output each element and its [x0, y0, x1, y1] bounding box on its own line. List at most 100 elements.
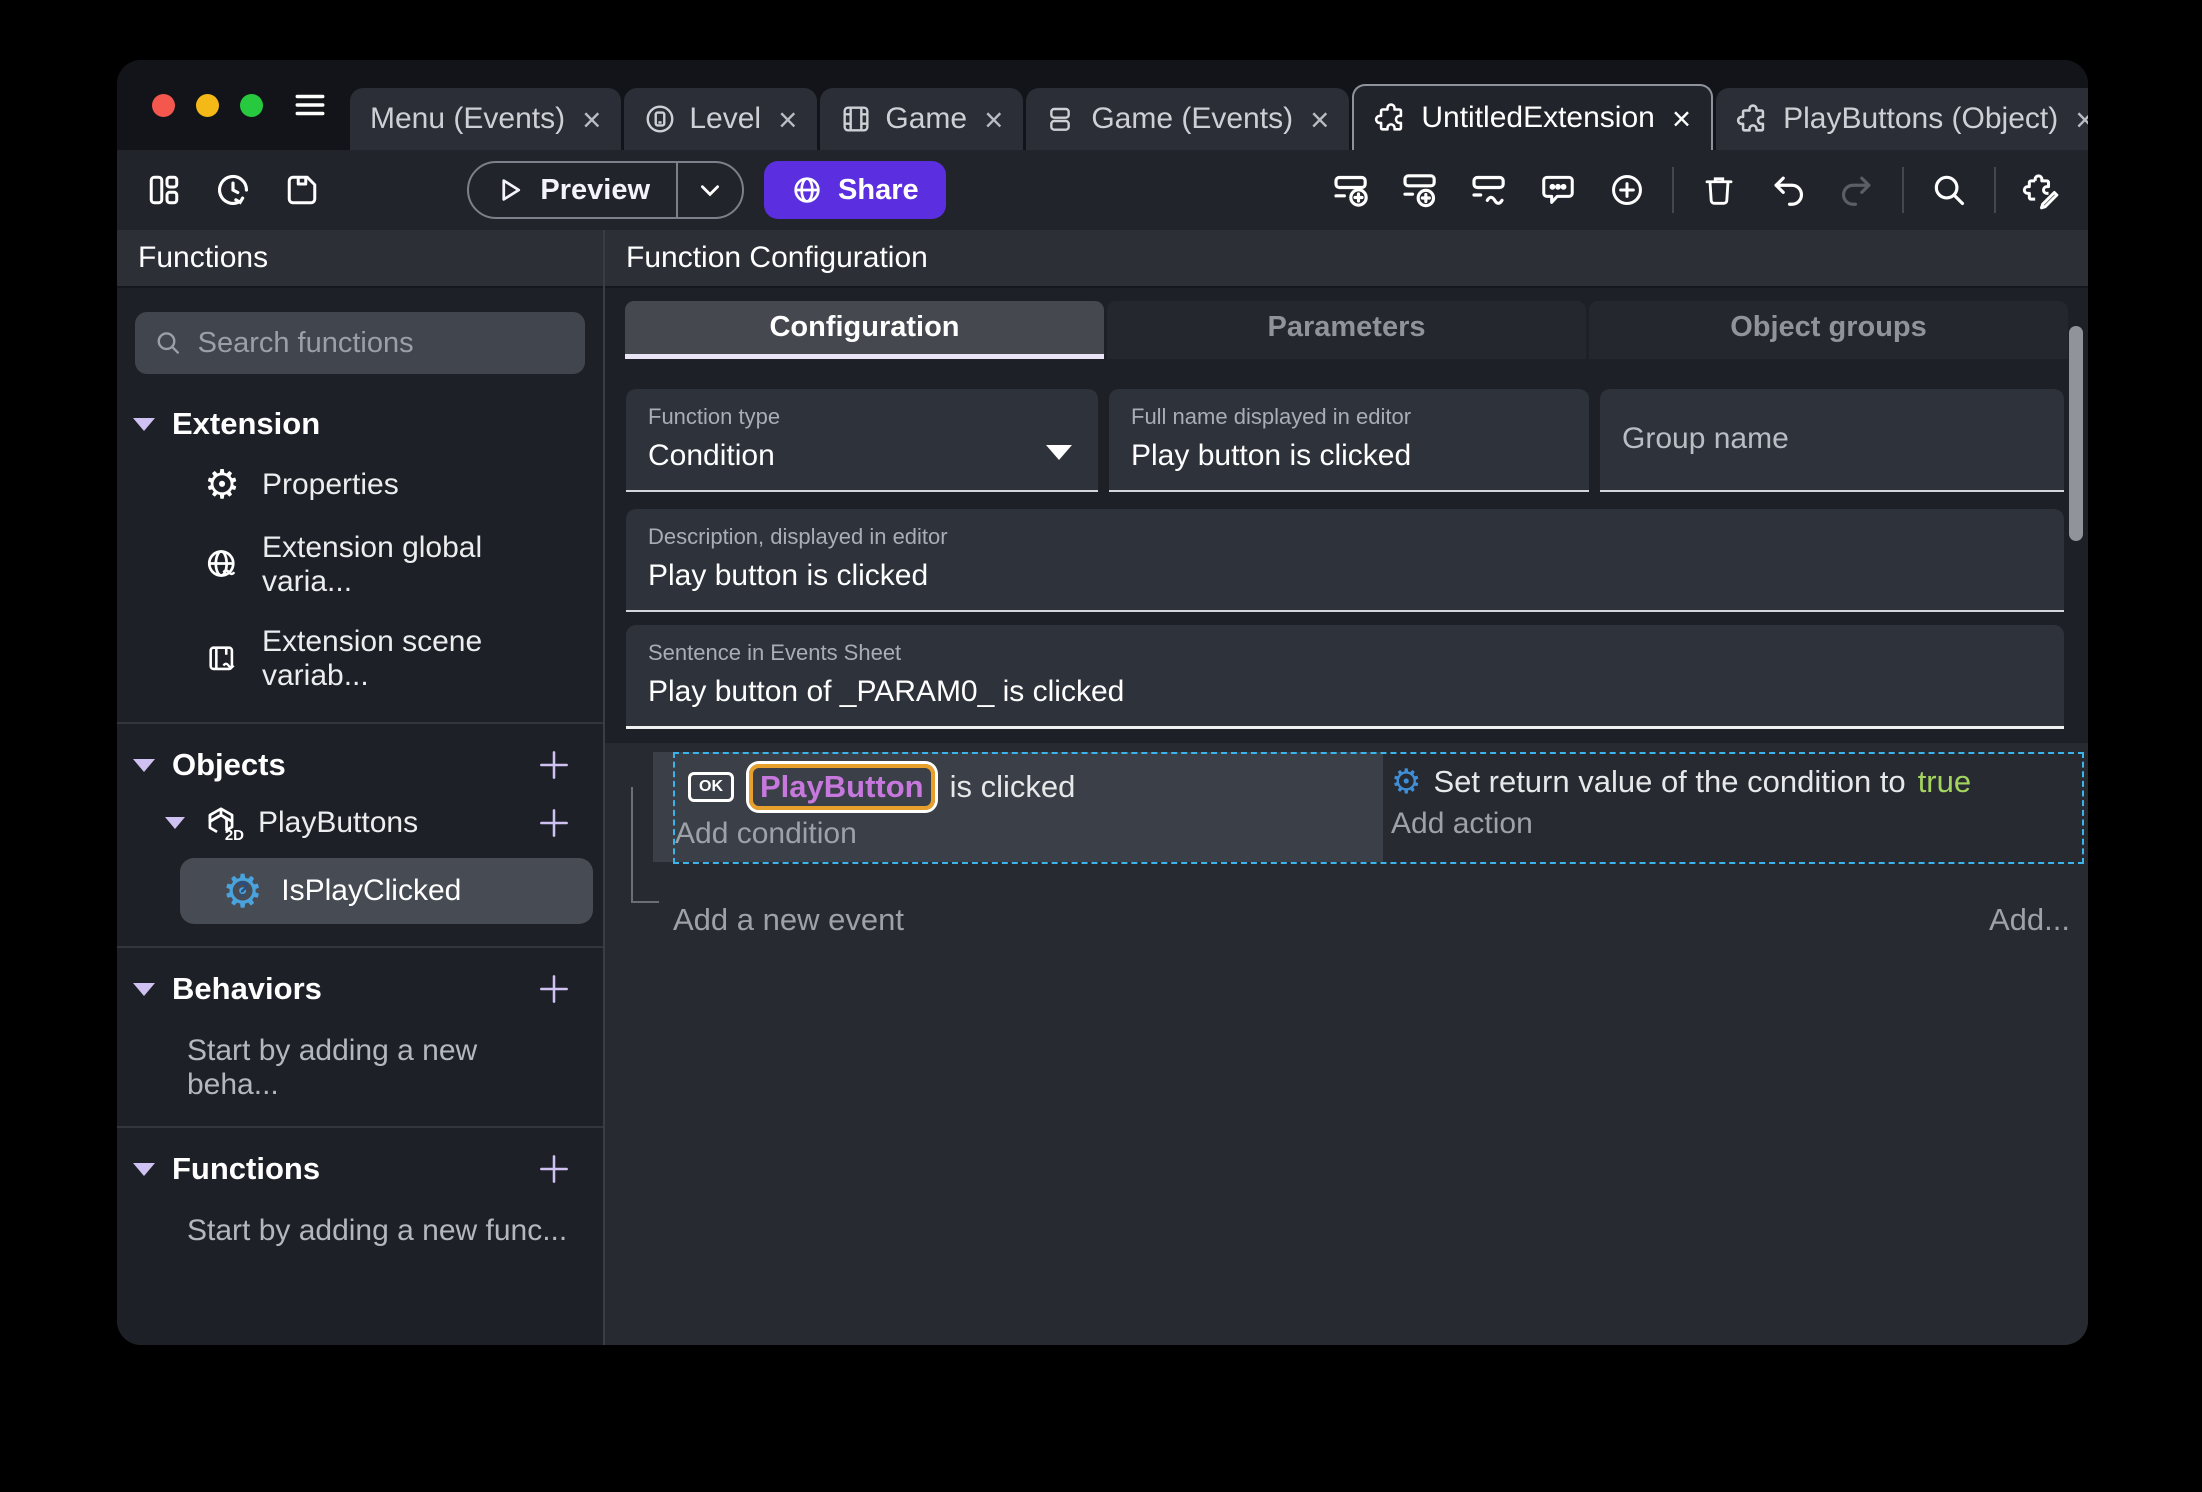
add-object-function-button[interactable]	[535, 804, 573, 842]
add-action-button[interactable]: Add action	[1383, 802, 2084, 852]
add-object-button[interactable]	[535, 746, 573, 784]
group-name-field[interactable]	[1600, 389, 2064, 492]
preview-options-button[interactable]	[678, 177, 742, 203]
section-behaviors: Behaviors Start by adding a new beha...	[117, 946, 603, 1126]
main-menu-button[interactable]	[290, 88, 330, 122]
puzzle-icon	[1374, 101, 1408, 135]
collapse-triangle-icon[interactable]	[133, 758, 155, 772]
selected-object-chip[interactable]: PlayButton	[749, 764, 935, 810]
close-tab-icon[interactable]: ×	[1672, 102, 1691, 135]
action-instruction[interactable]: ⚙ Set return value of the condition to t…	[1383, 760, 2084, 802]
minimize-window-button[interactable]	[196, 93, 219, 117]
sentence-field[interactable]: Sentence in Events Sheet Play button of …	[626, 625, 2064, 729]
tab-menu-events[interactable]: Menu (Events) ×	[350, 88, 622, 150]
section-label: Functions	[172, 1151, 321, 1186]
preview-button[interactable]: Preview	[469, 174, 676, 207]
edit-extension-button[interactable]	[2020, 169, 2062, 211]
share-label: Share	[838, 173, 919, 206]
delete-button[interactable]	[1698, 169, 1740, 211]
search-button[interactable]	[1928, 169, 1970, 211]
action-gear-icon: ⚙	[1391, 763, 1422, 801]
add-new-event-button[interactable]: Add a new event	[673, 902, 904, 938]
add-more-button[interactable]: Add...	[1989, 902, 2070, 938]
full-name-field[interactable]: Full name displayed in editor Play butto…	[1109, 389, 1589, 492]
film-icon	[840, 103, 872, 135]
field-value: Play button of _PARAM0_ is clicked	[648, 675, 1125, 708]
condition-instruction[interactable]: OK PlayButton is clicked	[653, 760, 1383, 812]
section-head-functions[interactable]: Functions	[117, 1140, 603, 1198]
configuration-tabs: Configuration Parameters Object groups	[625, 301, 2068, 359]
sidebar-item-global-variables[interactable]: Extension global varia...	[117, 518, 603, 612]
plus-icon	[540, 751, 568, 779]
section-label: Extension	[172, 406, 321, 441]
collapse-triangle-icon[interactable]	[133, 982, 155, 996]
tab-untitled-extension[interactable]: UntitledExtension ×	[1352, 84, 1714, 150]
sidebar-item-properties[interactable]: ⚙ Properties	[117, 452, 603, 518]
field-label: Sentence in Events Sheet	[648, 640, 902, 665]
configuration-form: Function type Condition Full name displa…	[605, 359, 2088, 729]
vertical-scrollbar[interactable]	[2069, 326, 2083, 541]
collapse-triangle-icon[interactable]	[165, 817, 185, 829]
page-title: Function Configuration	[626, 241, 928, 274]
tab-object-groups[interactable]: Object groups	[1589, 301, 2068, 359]
behaviors-empty-hint: Start by adding a new beha...	[187, 1034, 478, 1101]
add-behavior-button[interactable]	[535, 970, 573, 1008]
add-function-button[interactable]	[535, 1150, 573, 1188]
tab-playbuttons-object[interactable]: PlayButtons (Object) ×	[1716, 88, 2088, 150]
tab-label: PlayButtons (Object)	[1783, 102, 2059, 135]
description-field[interactable]: Description, displayed in editor Play bu…	[626, 509, 2064, 612]
version-history-button[interactable]	[212, 169, 254, 211]
question-mark: ?	[235, 876, 250, 902]
collapse-triangle-icon[interactable]	[133, 1162, 155, 1176]
search-input[interactable]	[197, 326, 566, 360]
puzzle-icon	[1736, 102, 1770, 136]
add-event-button[interactable]	[1330, 169, 1372, 211]
close-tab-icon[interactable]: ×	[984, 103, 1003, 136]
sidebar-title: Functions	[138, 241, 269, 274]
search-icon	[157, 332, 180, 354]
tab-game[interactable]: Game ×	[820, 88, 1024, 150]
section-head-objects[interactable]: Objects	[117, 736, 603, 794]
group-name-input[interactable]	[1622, 421, 2042, 456]
section-head-extension[interactable]: Extension	[117, 396, 603, 452]
field-label: Description, displayed in editor	[648, 524, 948, 549]
close-tab-icon[interactable]: ×	[778, 103, 797, 136]
add-comment-button[interactable]	[1537, 169, 1579, 211]
add-other-event-button[interactable]	[1468, 169, 1510, 211]
close-tab-icon[interactable]: ×	[1310, 103, 1329, 136]
redo-button[interactable]	[1836, 169, 1878, 211]
function-type-select[interactable]: Function type Condition	[626, 389, 1098, 492]
play-icon	[502, 179, 521, 201]
actions-cell[interactable]: ⚙ Set return value of the condition to t…	[1383, 752, 2084, 862]
undo-button[interactable]	[1767, 169, 1809, 211]
save-button[interactable]	[281, 169, 323, 211]
event-row[interactable]: OK PlayButton is clicked Add condition ⚙…	[653, 752, 2084, 864]
conditions-cell[interactable]: OK PlayButton is clicked Add condition	[653, 752, 1383, 862]
tab-level[interactable]: Level ×	[624, 88, 818, 150]
choose-event-button[interactable]	[1606, 169, 1648, 211]
event-tree-connector	[631, 787, 659, 903]
sidebar-item-playbuttons[interactable]: 2D PlayButtons	[117, 794, 603, 852]
section-head-behaviors[interactable]: Behaviors	[117, 960, 603, 1018]
add-subevent-button[interactable]	[1399, 169, 1441, 211]
tab-label: Level	[689, 102, 762, 135]
divider	[1902, 167, 1904, 213]
close-tab-icon[interactable]: ×	[2075, 103, 2088, 136]
dropdown-caret-icon	[1046, 445, 1072, 460]
condition-function-icon: ⚙?	[222, 865, 264, 917]
project-manager-button[interactable]	[143, 169, 185, 211]
search-box[interactable]	[135, 312, 585, 374]
close-tab-icon[interactable]: ×	[582, 103, 601, 136]
tab-game-events[interactable]: Game (Events) ×	[1026, 88, 1350, 150]
tab-label: UntitledExtension	[1421, 101, 1655, 134]
tab-parameters[interactable]: Parameters	[1107, 301, 1586, 359]
sidebar-item-scene-variables[interactable]: Extension scene variab...	[117, 612, 603, 706]
sidebar-item-isplayclicked[interactable]: ⚙? IsPlayClicked	[180, 858, 593, 924]
share-button[interactable]: Share	[764, 161, 946, 219]
collapse-triangle-icon[interactable]	[133, 417, 155, 431]
add-condition-button[interactable]: Add condition	[653, 812, 1383, 862]
tab-configuration[interactable]: Configuration	[625, 301, 1104, 359]
plus-icon	[540, 975, 568, 1003]
close-window-button[interactable]	[152, 93, 175, 117]
zoom-window-button[interactable]	[240, 93, 263, 117]
